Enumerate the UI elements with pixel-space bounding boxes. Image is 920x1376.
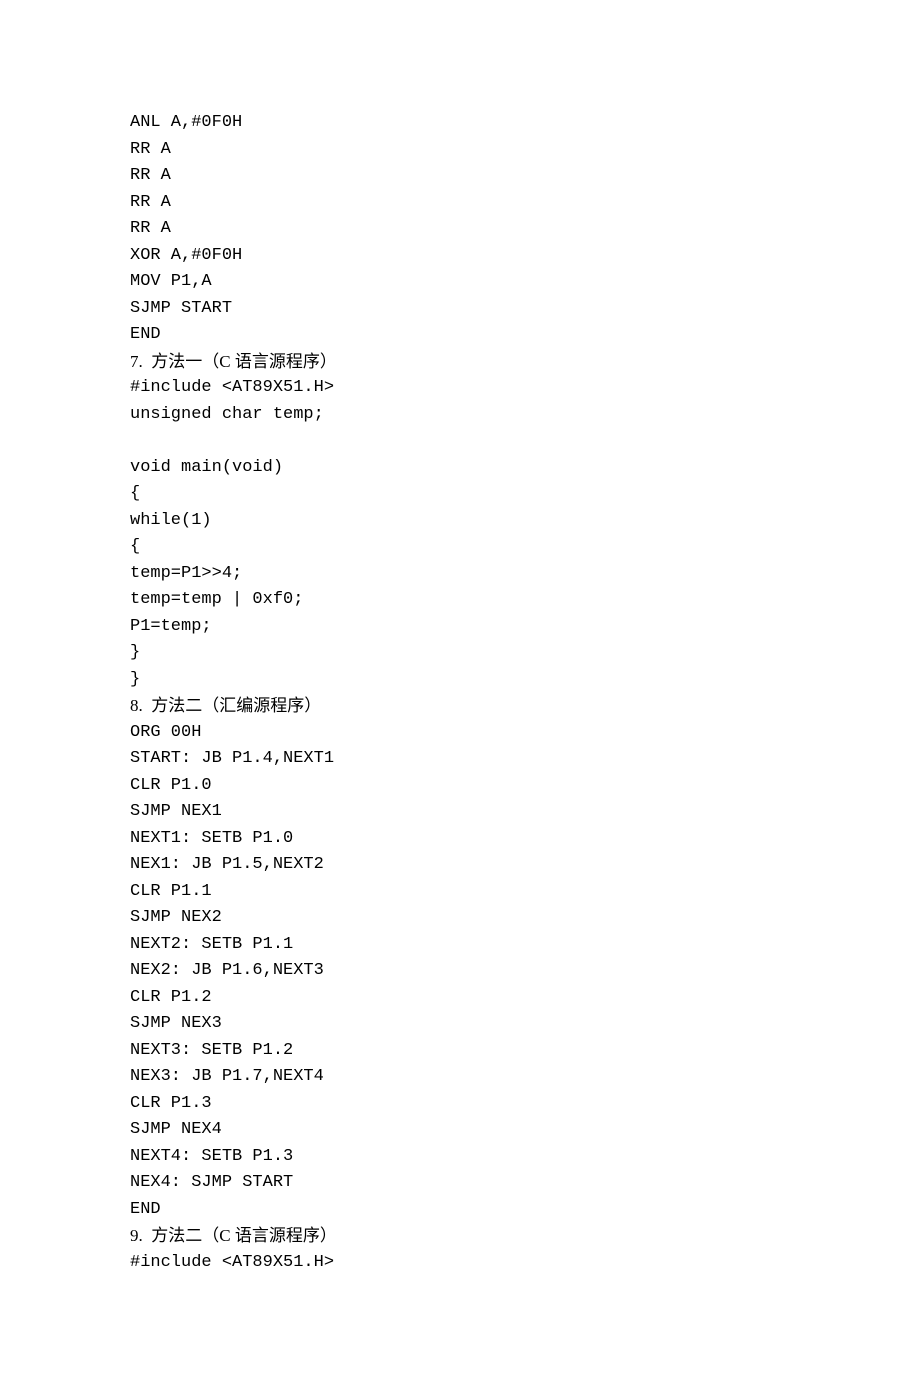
code-line: CLR P1.0 [130,773,790,800]
section-heading: 9. 方法二（C 语言源程序） [130,1223,790,1250]
code-line: CLR P1.1 [130,879,790,906]
code-line: unsigned char temp; [130,402,790,429]
code-line: RR A [130,163,790,190]
code-line: { [130,534,790,561]
code-line: SJMP NEX4 [130,1117,790,1144]
code-line: RR A [130,137,790,164]
code-line: temp=P1>>4; [130,561,790,588]
code-line: NEXT3: SETB P1.2 [130,1038,790,1065]
code-line: #include <AT89X51.H> [130,375,790,402]
code-line: SJMP NEX3 [130,1011,790,1038]
code-line: ORG 00H [130,720,790,747]
code-line: CLR P1.3 [130,1091,790,1118]
code-line: SJMP NEX1 [130,799,790,826]
code-line: END [130,1197,790,1224]
blank-line [130,428,790,455]
code-line: ANL A,#0F0H [130,110,790,137]
code-line: NEX1: JB P1.5,NEXT2 [130,852,790,879]
code-line: XOR A,#0F0H [130,243,790,270]
code-line: NEX3: JB P1.7,NEXT4 [130,1064,790,1091]
code-line: #include <AT89X51.H> [130,1250,790,1277]
code-line: } [130,640,790,667]
section-heading: 8. 方法二（汇编源程序） [130,693,790,720]
document-page: ANL A,#0F0HRR ARR ARR ARR AXOR A,#0F0HMO… [0,0,920,1376]
code-line: NEX2: JB P1.6,NEXT3 [130,958,790,985]
code-line: END [130,322,790,349]
code-line: NEXT1: SETB P1.0 [130,826,790,853]
code-line: NEXT4: SETB P1.3 [130,1144,790,1171]
code-line: SJMP NEX2 [130,905,790,932]
code-line: MOV P1,A [130,269,790,296]
code-line: NEXT2: SETB P1.1 [130,932,790,959]
code-line: { [130,481,790,508]
code-line: while(1) [130,508,790,535]
code-line: SJMP START [130,296,790,323]
code-line: temp=temp | 0xf0; [130,587,790,614]
code-line: P1=temp; [130,614,790,641]
code-line: CLR P1.2 [130,985,790,1012]
code-line: RR A [130,216,790,243]
code-line: NEX4: SJMP START [130,1170,790,1197]
code-line: } [130,667,790,694]
section-heading: 7. 方法一（C 语言源程序） [130,349,790,376]
code-line: START: JB P1.4,NEXT1 [130,746,790,773]
code-line: RR A [130,190,790,217]
code-line: void main(void) [130,455,790,482]
